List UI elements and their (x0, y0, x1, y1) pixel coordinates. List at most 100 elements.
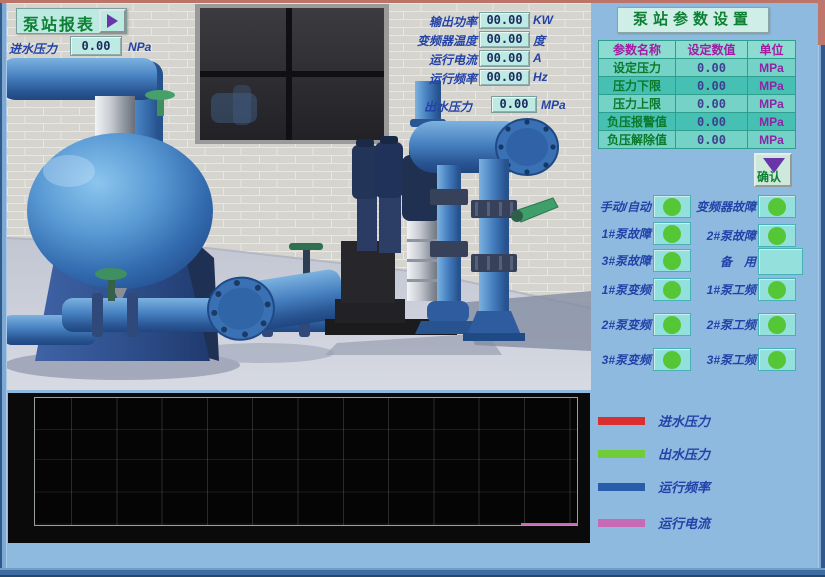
outlet-pressure-unit: MPa (541, 98, 566, 112)
indicator-pump3-mains: 3#泵工频 (690, 348, 796, 371)
trend-plot-area (34, 397, 578, 526)
report-button[interactable]: 泵站报表 (16, 8, 127, 34)
hmi-screen: 泵站报表 进水压力 0.00 NPa 输出功率 00.00 KW 变频器温度 0… (0, 0, 825, 577)
lamp-dot (768, 281, 786, 299)
status-lamp (653, 222, 691, 245)
param-name: 压力下限 (599, 77, 676, 95)
play-icon[interactable] (99, 9, 126, 33)
top-accent-line (0, 0, 825, 3)
param-unit: MPa (748, 77, 796, 95)
run-current-unit: A (533, 51, 542, 65)
trend-chart-panel (8, 393, 590, 543)
legend-swatch-green (598, 450, 645, 458)
status-lamp (653, 278, 691, 301)
inlet-pressure-label: 进水压力 (9, 40, 57, 57)
param-value[interactable]: 0.00 (676, 131, 748, 149)
header-set-value: 设定数值 (676, 41, 748, 59)
frame-bottom (0, 568, 825, 577)
run-frequency-label: 运行频率 (411, 70, 477, 87)
param-name: 负压报警值 (599, 113, 676, 131)
status-lamp (758, 278, 796, 301)
settings-panel-title: 泵站参数设置 (617, 7, 769, 33)
header-unit: 单位 (748, 41, 796, 59)
frame-left (0, 3, 7, 577)
run-current-label: 运行电流 (411, 51, 477, 68)
table-row: 负压解除值 0.00 MPa (599, 131, 796, 149)
outlet-pressure-label: 出水压力 (424, 98, 472, 115)
status-lamp (758, 313, 796, 336)
param-value[interactable]: 0.00 (676, 77, 748, 95)
param-value[interactable]: 0.00 (676, 113, 748, 131)
corner-accent (818, 0, 825, 45)
indicator-pump1-mains: 1#泵工频 (690, 278, 796, 301)
status-lamp (758, 348, 796, 371)
inverter-temp-value: 00.00 (479, 31, 530, 48)
parameter-table: 参数名称 设定数值 单位 设定压力 0.00 MPa 压力下限 0.00 MPa… (598, 40, 796, 149)
table-row: 负压报警值 0.00 MPa (599, 113, 796, 131)
indicator-pump1-vfd: 1#泵变频 (597, 278, 691, 301)
report-button-label: 泵站报表 (17, 9, 99, 33)
indicator-pump2-mains: 2#泵工频 (690, 313, 796, 336)
indicator-inverter-fault: 变频器故障 (690, 195, 796, 218)
window (195, 4, 389, 144)
lamp-dot (663, 252, 681, 270)
table-header-row: 参数名称 设定数值 单位 (599, 41, 796, 59)
indicator-pump3-fault: 3#泵故障 (597, 249, 691, 272)
inlet-pressure-unit: NPa (128, 40, 151, 54)
indicator-pump2-vfd: 2#泵变频 (597, 313, 691, 336)
legend-swatch-red (598, 417, 645, 425)
legend-item-inlet-pressure: 进水压力 (598, 411, 710, 430)
indicator-manual-auto: 手动/自动 (597, 195, 691, 218)
param-value[interactable]: 0.00 (676, 95, 748, 113)
lamp-dot (768, 316, 786, 334)
inlet-pressure-value: 0.00 (70, 36, 122, 56)
inverter-temp-label: 变频器温度 (411, 32, 477, 49)
lamp-dot (663, 281, 681, 299)
table-row: 设定压力 0.00 MPa (599, 59, 796, 77)
lamp-dot (768, 227, 786, 245)
indicator-pump3-vfd: 3#泵变频 (597, 348, 691, 371)
status-lamp (758, 224, 796, 247)
param-unit: MPa (748, 95, 796, 113)
status-lamp (758, 195, 796, 218)
run-current-value: 00.00 (479, 50, 530, 67)
lamp-dot (768, 351, 786, 369)
lamp-dot (663, 225, 681, 243)
confirm-label: 确认 (757, 168, 781, 185)
legend-swatch-magenta (598, 519, 645, 527)
play-triangle-icon (107, 14, 118, 28)
table-row: 压力下限 0.00 MPa (599, 77, 796, 95)
lamp-dot (663, 351, 681, 369)
lamp-dot (663, 316, 681, 334)
output-power-label: 输出功率 (411, 13, 477, 30)
param-value[interactable]: 0.00 (676, 59, 748, 77)
run-current-trace (521, 523, 578, 525)
status-lamp (653, 348, 691, 371)
outlet-pressure-value: 0.00 (491, 96, 537, 113)
output-power-value: 00.00 (479, 12, 530, 29)
param-unit: MPa (748, 59, 796, 77)
status-lamp (653, 313, 691, 336)
legend-item-outlet-pressure: 出水压力 (598, 444, 710, 463)
indicator-pump2-fault: 2#泵故障 (690, 224, 796, 247)
legend-item-run-frequency: 运行频率 (598, 477, 710, 496)
lamp-dot (768, 198, 786, 216)
output-power-unit: KW (533, 13, 553, 27)
run-frequency-unit: Hz (533, 70, 548, 84)
param-name: 压力上限 (599, 95, 676, 113)
inverter-temp-unit: 度 (533, 32, 545, 49)
frame-right (818, 45, 825, 577)
indicator-spare: 备 用 (690, 248, 803, 275)
param-name: 设定压力 (599, 59, 676, 77)
table-row: 压力上限 0.00 MPa (599, 95, 796, 113)
status-lamp (653, 249, 691, 272)
param-unit: MPa (748, 113, 796, 131)
confirm-button[interactable]: 确认 (754, 153, 792, 187)
legend-swatch-blue (598, 483, 645, 491)
status-lamp (653, 195, 691, 218)
param-name: 负压解除值 (599, 131, 676, 149)
header-param-name: 参数名称 (599, 41, 676, 59)
param-unit: MPa (748, 131, 796, 149)
lamp-dot (663, 198, 681, 216)
status-lamp (758, 248, 803, 275)
